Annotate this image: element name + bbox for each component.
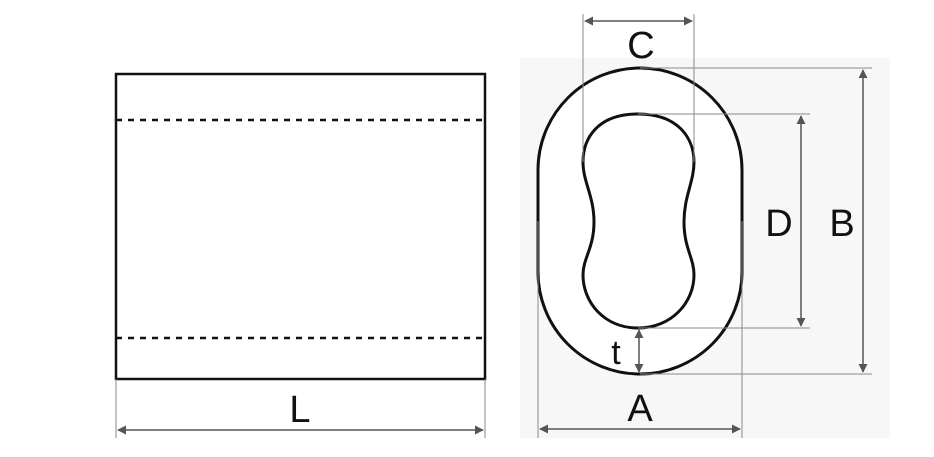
side-view	[114, 72, 487, 381]
dimension-l: L	[115, 379, 486, 438]
dimension-label-d: D	[765, 203, 792, 245]
dimension-label-a: A	[627, 388, 653, 430]
dimension-label-b: B	[829, 203, 854, 245]
sleeve-technical-drawing: L C D B t A	[114, 14, 890, 438]
dimension-label-l: L	[289, 389, 310, 431]
inner-bore-figure-eight	[581, 112, 696, 330]
dimension-label-t: t	[611, 334, 621, 372]
dimension-label-c: C	[627, 25, 654, 67]
